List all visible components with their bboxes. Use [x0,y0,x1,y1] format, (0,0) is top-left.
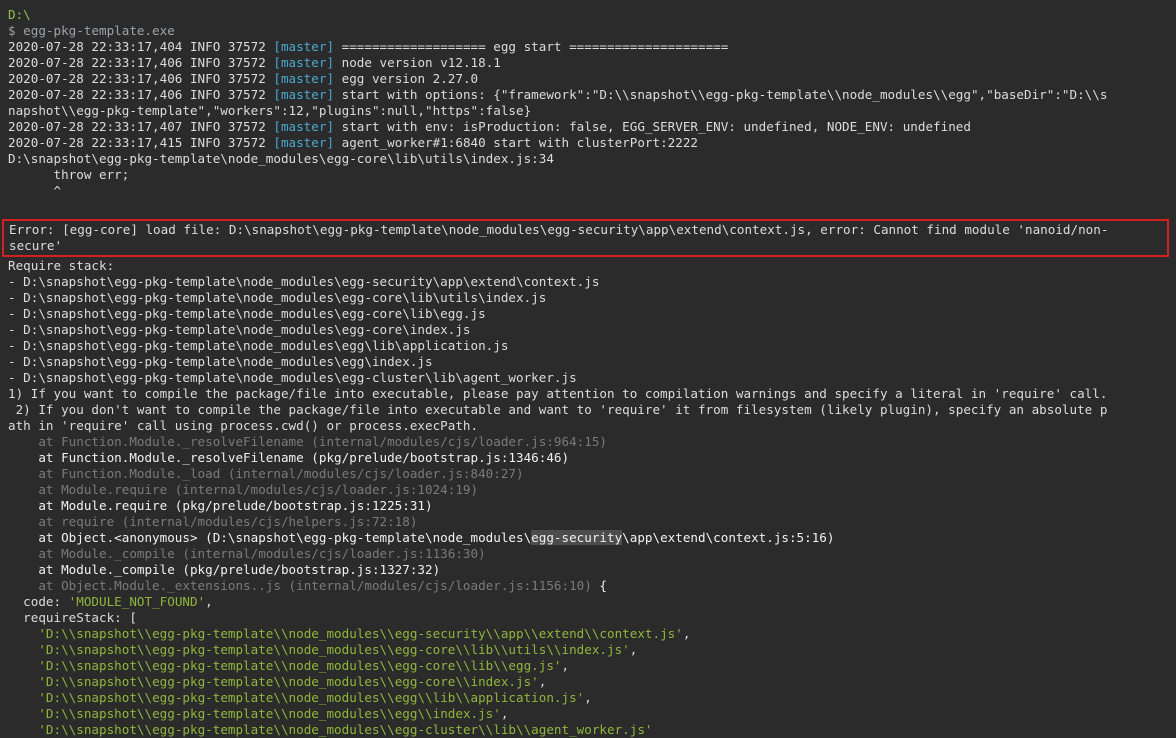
log-lines: 2020-07-28 22:33:17,404 INFO 37572 [mast… [8,39,1176,151]
code-label: code: [8,594,69,609]
anon-frame-highlight: egg-security [531,530,623,545]
require-stack-string-value: 'D:\\snapshot\\egg-pkg-template\\node_mo… [38,722,653,737]
master-tag: [master] [273,87,335,102]
prompt-path: D:\ [8,7,31,22]
stack-frames-2: at Module._compile (internal/modules/cjs… [8,546,1176,578]
stack-frames: at Function.Module._resolveFilename (int… [8,434,1176,530]
stack-frame: at Module._compile (pkg/prelude/bootstra… [8,562,441,577]
hint-lines: 1) If you want to compile the package/fi… [8,386,1176,434]
log-message: egg version 2.27.0 [334,71,479,86]
log-line: napshot\\egg-pkg-template","workers":12,… [8,103,1176,119]
log-line: 2020-07-28 22:33:17,404 INFO 37572 [mast… [8,39,1176,55]
code-value: 'MODULE_NOT_FOUND' [68,594,206,609]
stack-frame: at require (internal/modules/cjs/helpers… [8,514,418,529]
code-suffix: , [205,594,213,609]
log-timestamp: 2020-07-28 22:33:17,415 INFO 37572 [8,135,274,150]
trace-caret-line: ^ [8,183,62,198]
trace-code-line: throw err; [8,167,130,182]
require-stack-item: - D:\snapshot\egg-pkg-template\node_modu… [8,354,433,369]
master-tag: [master] [273,55,335,70]
log-timestamp: 2020-07-28 22:33:17,404 INFO 37572 [8,39,274,54]
require-stack-string-value: 'D:\\snapshot\\egg-pkg-template\\node_mo… [38,674,539,689]
master-tag: [master] [273,135,335,150]
require-stack-string: 'D:\\snapshot\\egg-pkg-template\\node_mo… [38,658,570,673]
require-stack-string: 'D:\\snapshot\\egg-pkg-template\\node_mo… [38,690,592,705]
master-tag: [master] [273,71,335,86]
stack-frame: at Function.Module._load (internal/modul… [8,466,524,481]
stack-frame: at Module._compile (internal/modules/cjs… [8,546,486,561]
anon-frame-before: at Object.<anonymous> (D:\snapshot\egg-p… [8,530,532,545]
require-stack-item: - D:\snapshot\egg-pkg-template\node_modu… [8,370,577,385]
trace-file-line: D:\snapshot\egg-pkg-template\node_module… [8,151,554,166]
require-stack-string: 'D:\\snapshot\\egg-pkg-template\\node_mo… [38,674,547,689]
require-stack-string-value: 'D:\\snapshot\\egg-pkg-template\\node_mo… [38,690,585,705]
require-stack-title: Require stack: [8,258,115,273]
require-stack-label: requireStack: [ [8,610,137,625]
master-tag: [master] [273,119,335,134]
stack-frame-last: at Object.Module._extensions..js (intern… [8,578,1176,594]
stack-frame: at Module.require (pkg/prelude/bootstrap… [8,498,433,513]
require-stack-item: - D:\snapshot\egg-pkg-template\node_modu… [8,322,471,337]
require-stack-list: - D:\snapshot\egg-pkg-template\node_modu… [8,274,1176,386]
error-line-1: Error: [egg-core] load file: D:\snapshot… [9,222,1109,237]
require-stack-string: 'D:\\snapshot\\egg-pkg-template\\node_mo… [38,706,509,721]
log-message: =================== egg start ==========… [334,39,729,54]
require-stack-string-value: 'D:\\snapshot\\egg-pkg-template\\node_mo… [38,626,683,641]
error-line-2: secure' [9,238,63,253]
stack-frame: at Function.Module._resolveFilename (int… [8,434,607,449]
hint-line: 1) If you want to compile the package/fi… [8,386,1108,401]
last-frame-text: at Object.Module._extensions..js (intern… [8,578,592,593]
log-message: node version v12.18.1 [334,55,501,70]
hint-line: 2) If you don't want to compile the pack… [8,402,1108,417]
log-timestamp: 2020-07-28 22:33:17,406 INFO 37572 [8,55,274,70]
log-message: napshot\\egg-pkg-template","workers":12,… [8,103,532,118]
error-message-box: Error: [egg-core] load file: D:\snapshot… [2,219,1169,257]
require-stack-string: 'D:\\snapshot\\egg-pkg-template\\node_mo… [38,626,691,641]
require-stack-string: 'D:\\snapshot\\egg-pkg-template\\node_mo… [38,642,638,657]
stack-frame: at Function.Module._resolveFilename (pkg… [8,450,570,465]
stack-frame-anonymous: at Object.<anonymous> (D:\snapshot\egg-p… [8,530,1176,546]
log-timestamp: 2020-07-28 22:33:17,406 INFO 37572 [8,71,274,86]
log-line: 2020-07-28 22:33:17,406 INFO 37572 [mast… [8,87,1176,103]
log-line: 2020-07-28 22:33:17,406 INFO 37572 [mast… [8,55,1176,71]
log-timestamp: 2020-07-28 22:33:17,406 INFO 37572 [8,87,274,102]
log-timestamp: 2020-07-28 22:33:17,407 INFO 37572 [8,119,274,134]
master-tag: [master] [273,39,335,54]
log-line: 2020-07-28 22:33:17,407 INFO 37572 [mast… [8,119,1176,135]
log-message: start with options: {"framework":"D:\\sn… [334,87,1108,102]
require-stack-string-value: 'D:\\snapshot\\egg-pkg-template\\node_mo… [38,642,630,657]
log-line: 2020-07-28 22:33:17,406 INFO 37572 [mast… [8,71,1176,87]
log-line: 2020-07-28 22:33:17,415 INFO 37572 [mast… [8,135,1176,151]
require-stack-item: - D:\snapshot\egg-pkg-template\node_modu… [8,290,547,305]
require-stack-string-value: 'D:\\snapshot\\egg-pkg-template\\node_mo… [38,706,501,721]
require-stack-strings: 'D:\\snapshot\\egg-pkg-template\\node_mo… [8,626,1176,738]
require-stack-item: - D:\snapshot\egg-pkg-template\node_modu… [8,306,486,321]
require-stack-string-value: 'D:\\snapshot\\egg-pkg-template\\node_mo… [38,658,562,673]
log-message: agent_worker#1:6840 start with clusterPo… [334,135,698,150]
log-message: start with env: isProduction: false, EGG… [334,119,971,134]
require-stack-item: - D:\snapshot\egg-pkg-template\node_modu… [8,338,509,353]
anon-frame-after: \app\extend\context.js:5:16) [622,530,835,545]
require-stack-item: - D:\snapshot\egg-pkg-template\node_modu… [8,274,600,289]
last-frame-suffix: { [591,578,607,593]
code-line: code: 'MODULE_NOT_FOUND', [8,594,1176,610]
command-line: $ egg-pkg-template.exe [8,23,175,38]
terminal-output[interactable]: D:\ $ egg-pkg-template.exe 2020-07-28 22… [0,0,1176,738]
hint-line: ath in 'require' call using process.cwd(… [8,418,479,433]
stack-frame: at Module.require (internal/modules/cjs/… [8,482,479,497]
